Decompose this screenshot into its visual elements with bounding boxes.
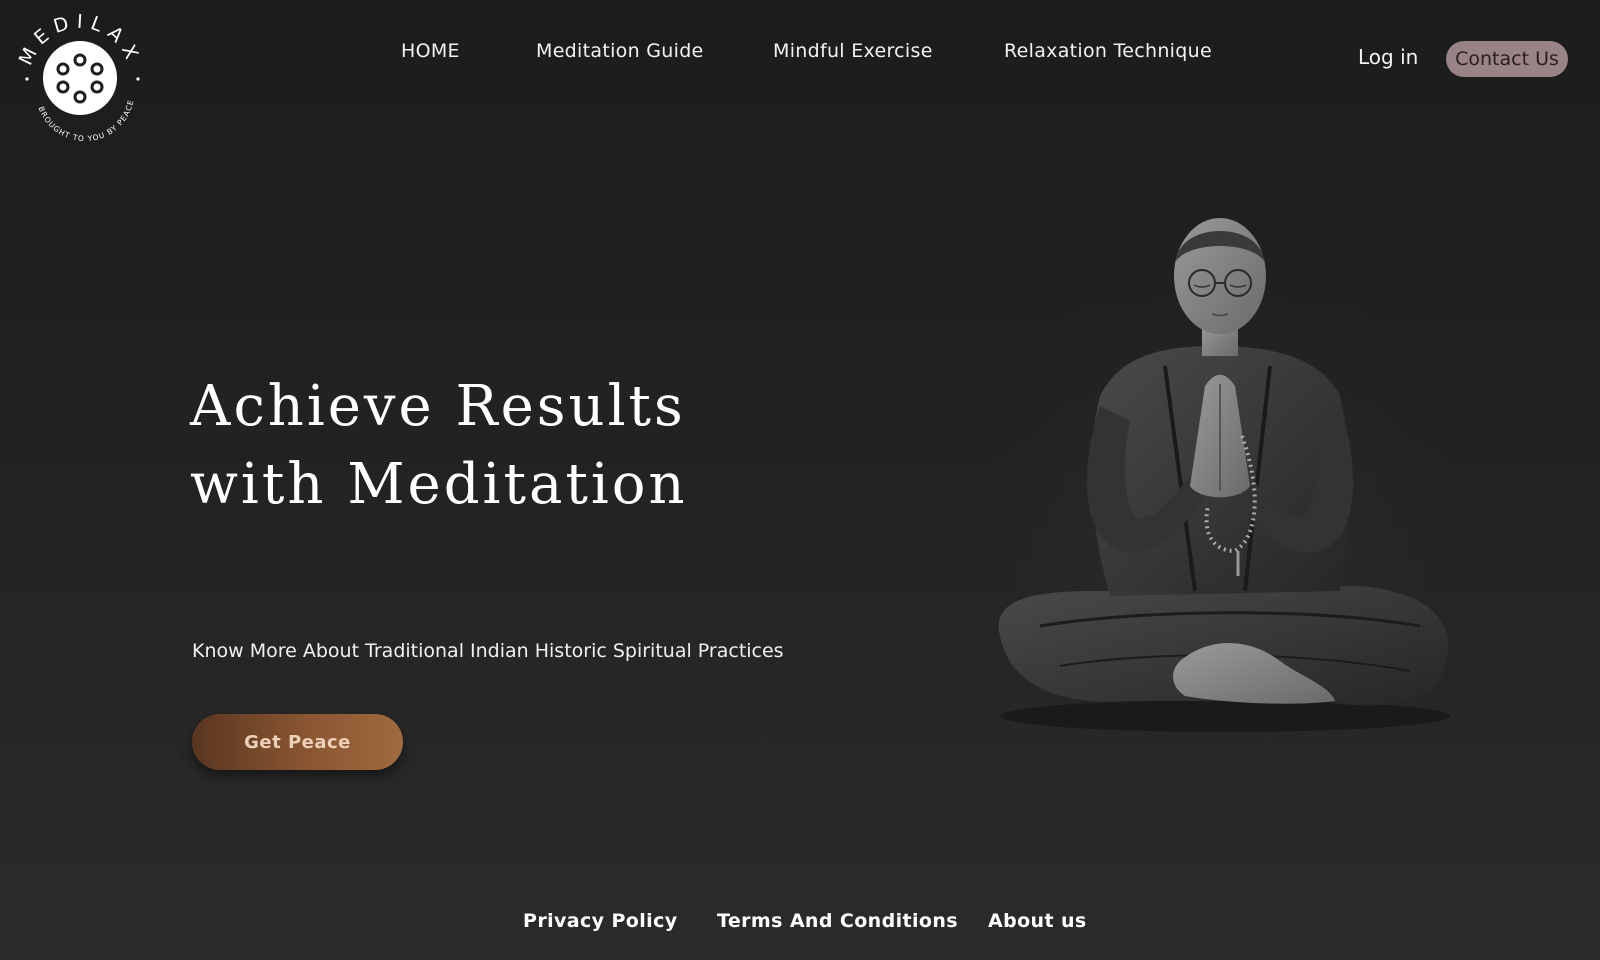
contact-us-button[interactable]: Contact Us xyxy=(1446,41,1568,77)
hero-title: Achieve Results with Meditation xyxy=(190,368,910,524)
hero-subtitle: Know More About Traditional Indian Histo… xyxy=(192,640,784,662)
hero-title-line-1: Achieve Results xyxy=(190,374,686,439)
footer-terms-link[interactable]: Terms And Conditions xyxy=(717,910,958,932)
footer-about-us-link[interactable]: About us xyxy=(988,910,1087,932)
login-link[interactable]: Log in xyxy=(1358,45,1418,69)
nav-item-home[interactable]: HOME xyxy=(401,40,460,62)
hero-title-line-2: with Meditation xyxy=(190,452,688,517)
nav-item-relaxation-technique[interactable]: Relaxation Technique xyxy=(1004,40,1212,62)
nav-item-mindful-exercise[interactable]: Mindful Exercise xyxy=(773,40,933,62)
nav-item-meditation-guide[interactable]: Meditation Guide xyxy=(536,40,704,62)
meditating-man-illustration xyxy=(980,206,1460,746)
footer-privacy-policy-link[interactable]: Privacy Policy xyxy=(523,910,678,932)
medilax-logo-icon[interactable]: MEDILAX BROUGHT TO YOU BY PEACE xyxy=(14,12,146,144)
get-peace-button[interactable]: Get Peace xyxy=(192,714,403,770)
